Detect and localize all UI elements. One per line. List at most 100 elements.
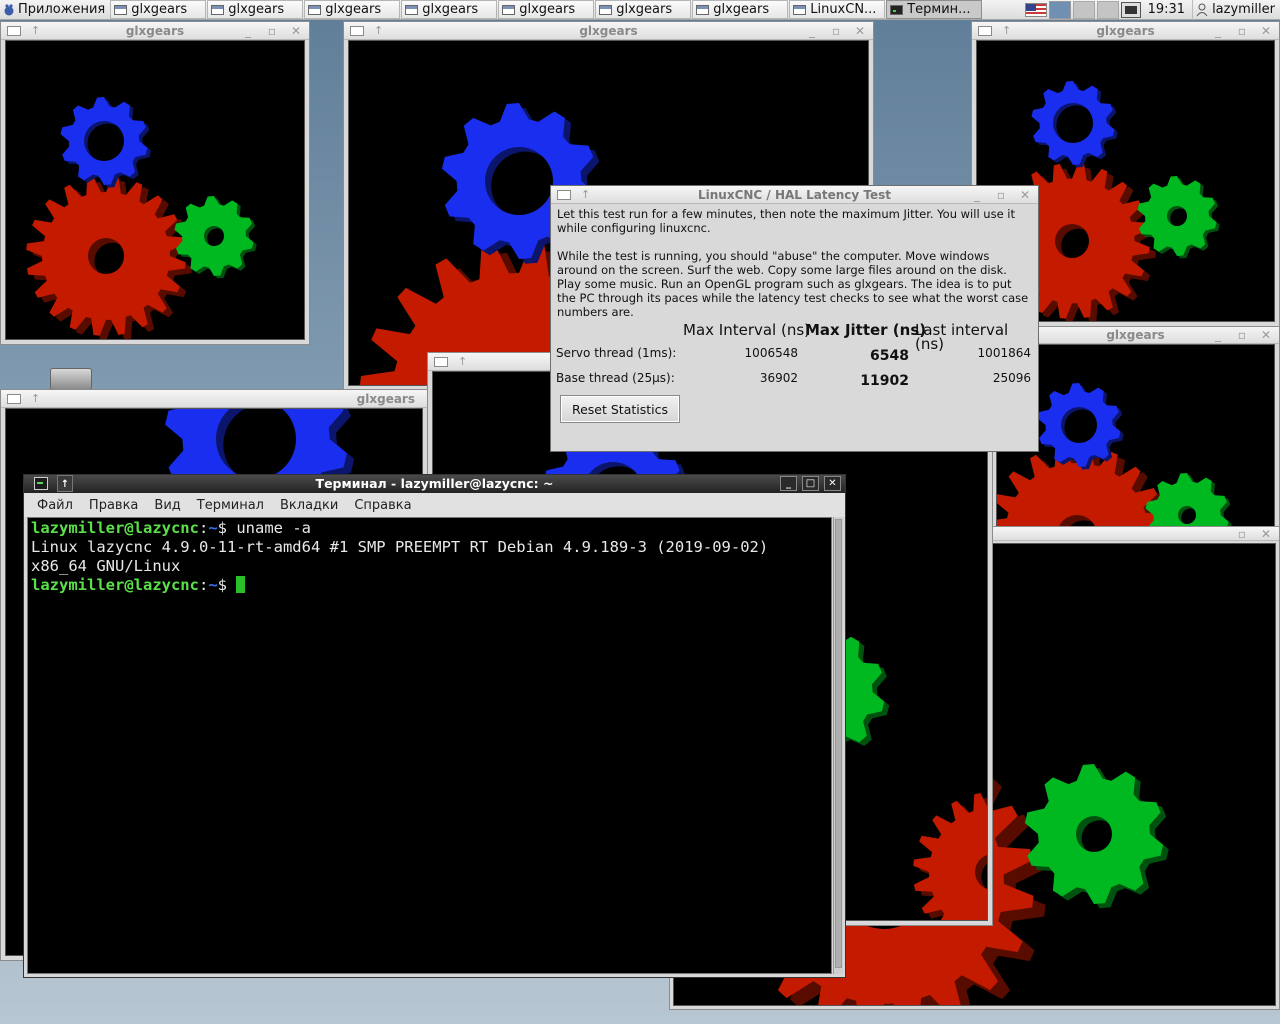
- latency-table-header: Max Interval (ns) Max Jitter (ns) Last i…: [554, 323, 1035, 352]
- maximize-button[interactable]: ▫: [829, 22, 843, 39]
- window-menu-icon[interactable]: [978, 26, 992, 36]
- stick-icon[interactable]: ↑: [458, 353, 467, 370]
- minimize-button[interactable]: _: [1211, 326, 1225, 343]
- close-button[interactable]: ✕: [824, 476, 841, 491]
- terminal-line: lazymiller@lazycnc:~$ uname -a: [31, 519, 831, 538]
- terminal-screen[interactable]: lazymiller@lazycnc:~$ uname -a Linux lazy…: [27, 517, 832, 974]
- close-button[interactable]: ✕: [1259, 22, 1273, 39]
- close-button[interactable]: ✕: [853, 22, 867, 39]
- glxgears-title: glxgears: [125, 24, 185, 38]
- window-menu-icon[interactable]: [7, 26, 21, 36]
- stick-icon[interactable]: ↑: [31, 390, 40, 407]
- glxgears-title: glxgears: [579, 24, 638, 38]
- taskbar-button[interactable]: LinuxCN...: [789, 0, 886, 19]
- taskbar-button[interactable]: glxgears: [110, 0, 207, 19]
- close-button[interactable]: ✕: [1018, 186, 1032, 203]
- desktop-drive-icon[interactable]: [50, 368, 92, 390]
- maximize-button[interactable]: ▫: [1235, 22, 1249, 39]
- window-menu-icon[interactable]: [557, 190, 571, 200]
- window-menu-icon[interactable]: [7, 394, 21, 404]
- taskbar-button[interactable]: glxgears: [692, 0, 789, 19]
- glxgears-titlebar[interactable]: ↑ glxgears _ ▫ ✕: [344, 22, 873, 40]
- screen-icon[interactable]: [1120, 1, 1141, 18]
- window-menu-icon[interactable]: [434, 357, 448, 367]
- glxgears-title: glxgears: [1106, 328, 1165, 342]
- latency-titlebar[interactable]: ↑ LinuxCNC / HAL Latency Test _ ▫ ✕: [551, 186, 1038, 204]
- maximize-button[interactable]: ▫: [265, 22, 279, 39]
- close-button[interactable]: ✕: [289, 22, 303, 39]
- terminal-window[interactable]: ↑ Терминал - lazymiller@lazycnc: ~ _ □ ✕…: [23, 474, 846, 978]
- row-label: Servo thread (1ms):: [556, 346, 677, 360]
- taskbar-button[interactable]: Термин...: [886, 0, 983, 19]
- taskbar-button[interactable]: glxgears: [401, 0, 498, 19]
- minimize-button[interactable]: _: [1211, 22, 1225, 39]
- window-icon: [696, 4, 710, 15]
- network-monitor-icon[interactable]: [1048, 0, 1071, 19]
- gear-green: [1145, 473, 1232, 529]
- latency-row-base: Base thread (25µs): 36902 11902 25096: [554, 371, 1035, 391]
- gear-green: [1137, 176, 1220, 259]
- maximize-button[interactable]: ▫: [1235, 527, 1249, 540]
- terminal-icon[interactable]: [34, 477, 48, 490]
- taskbar-button[interactable]: glxgears: [304, 0, 401, 19]
- minimize-button[interactable]: _: [241, 22, 255, 39]
- glxgears-titlebar[interactable]: _ ▫ ✕: [992, 527, 1279, 541]
- clock[interactable]: 19:31: [1143, 2, 1190, 17]
- terminal-menu-item[interactable]: Правка: [81, 498, 146, 513]
- prompt-user: lazymiller@lazycnc: [31, 519, 199, 537]
- glxgears-titlebar[interactable]: ↑ glxgears _ ▫ ✕: [1, 22, 309, 40]
- gear-face: [174, 196, 254, 276]
- taskbar-button[interactable]: glxgears: [498, 0, 595, 19]
- window-menu-icon[interactable]: [350, 26, 364, 36]
- window-icon: [793, 4, 807, 15]
- terminal-titlebar[interactable]: ↑ Терминал - lazymiller@lazycnc: ~ _ □ ✕: [24, 475, 845, 493]
- terminal-title: Терминал - lazymiller@lazycnc: ~: [315, 476, 554, 491]
- terminal-menu-item[interactable]: Вид: [146, 498, 188, 513]
- taskbar-button[interactable]: glxgears: [207, 0, 304, 19]
- taskbar-button[interactable]: glxgears: [595, 0, 692, 19]
- maximize-button[interactable]: □: [802, 476, 819, 491]
- stick-icon[interactable]: ↑: [581, 186, 590, 203]
- us-flag-icon[interactable]: [1024, 2, 1047, 17]
- gear-face: [1031, 81, 1115, 165]
- minimize-button[interactable]: _: [780, 476, 797, 491]
- maximize-button[interactable]: ▫: [994, 186, 1008, 203]
- glxgears-window[interactable]: ↑ glxgears _ ▫ ✕: [0, 21, 310, 345]
- taskbar: glxgears glxgears glxgears glxgears glxgears…: [109, 0, 983, 19]
- close-button[interactable]: ✕: [1259, 527, 1273, 540]
- cpu-graph-icon[interactable]: [1096, 0, 1119, 19]
- stick-icon[interactable]: ↑: [31, 22, 40, 39]
- latency-title: LinuxCNC / HAL Latency Test: [697, 188, 892, 202]
- applications-menu-button[interactable]: Приложения: [0, 0, 109, 20]
- row-max-interval: 36902: [759, 371, 798, 385]
- maximize-button[interactable]: ▫: [1235, 326, 1249, 343]
- user-menu[interactable]: lazymiller: [1192, 0, 1280, 20]
- stick-icon[interactable]: ↑: [1002, 22, 1011, 39]
- minimize-button[interactable]: _: [805, 22, 819, 39]
- window-icon: [211, 4, 225, 15]
- glxgears-titlebar[interactable]: ↑ glxgears _ ▫ ✕: [972, 22, 1279, 40]
- glxgears-titlebar[interactable]: ↑ glxgears: [1, 390, 427, 408]
- minimize-button[interactable]: _: [1211, 527, 1225, 540]
- prompt-end: $: [217, 576, 237, 594]
- stick-icon[interactable]: ↑: [374, 22, 383, 39]
- taskbar-button-label: glxgears: [713, 2, 770, 17]
- row-max-interval: 1006548: [744, 346, 798, 360]
- stick-icon[interactable]: ↑: [57, 475, 73, 492]
- reset-statistics-button[interactable]: Reset Statistics: [560, 395, 680, 423]
- latency-test-dialog[interactable]: ↑ LinuxCNC / HAL Latency Test _ ▫ ✕ Let th…: [550, 185, 1039, 452]
- terminal-menu-item[interactable]: Терминал: [189, 498, 272, 513]
- prompt-user: lazymiller@lazycnc: [31, 576, 199, 594]
- terminal-menu-item[interactable]: Файл: [29, 498, 81, 513]
- cpu-graph-icon[interactable]: [1072, 0, 1095, 19]
- glxgears-window[interactable]: _ ▫ ✕: [991, 526, 1280, 541]
- top-panel: Приложения glxgears glxgears glxgears glxge…: [0, 0, 1280, 20]
- row-label: Base thread (25µs):: [556, 371, 675, 385]
- terminal-menu-item[interactable]: Справка: [346, 498, 419, 513]
- terminal-menu-item[interactable]: Вкладки: [272, 498, 346, 513]
- terminal-scrollbar[interactable]: [833, 517, 843, 974]
- xfce-mouse-icon: [4, 3, 14, 15]
- minimize-button[interactable]: _: [970, 186, 984, 203]
- close-button[interactable]: ✕: [1259, 326, 1273, 343]
- glxgears-canvas: [5, 40, 305, 340]
